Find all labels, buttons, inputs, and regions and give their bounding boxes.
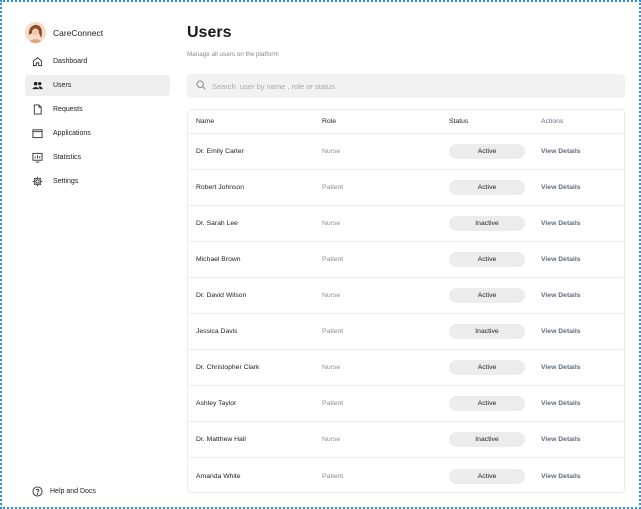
user-role: Patient <box>322 400 344 407</box>
user-name: Dr. Matthew Hall <box>196 436 246 443</box>
sidebar-nav: Dashboard Users Requests Applications St… <box>25 51 170 195</box>
user-role: Nurse <box>322 148 341 155</box>
users-icon <box>31 80 43 92</box>
sidebar-item-label: Users <box>53 82 72 89</box>
status-badge: Active <box>449 396 525 411</box>
sidebar-item-applications[interactable]: Applications <box>25 123 170 144</box>
sidebar-item-settings[interactable]: Settings <box>25 171 170 192</box>
sidebar-item-label: Requests <box>53 106 83 113</box>
column-header-name: Name <box>196 118 215 125</box>
view-details-link[interactable]: View Details <box>541 328 581 335</box>
status-badge: Active <box>449 252 525 267</box>
chart-icon <box>31 152 43 164</box>
help-and-docs-link[interactable]: Help and Docs <box>31 485 96 497</box>
user-name: Jessica Davis <box>196 328 238 335</box>
user-name: Dr. David Wilson <box>196 292 247 299</box>
brand[interactable]: CareConnect <box>25 22 103 43</box>
view-details-link[interactable]: View Details <box>541 436 581 443</box>
status-badge: Active <box>449 468 525 484</box>
table-row: Dr. Emily Carter Nurse Active View Detai… <box>188 134 624 170</box>
view-details-link[interactable]: View Details <box>541 184 581 191</box>
view-details-link[interactable]: View Details <box>541 364 581 371</box>
app-frame: CareConnect Dashboard Users Requests App… <box>0 0 641 509</box>
page-subtitle: Manage all users on the platform <box>187 51 279 58</box>
user-role: Patient <box>322 256 344 263</box>
user-role: Patient <box>322 472 344 480</box>
status-badge: Inactive <box>449 324 525 339</box>
sidebar: CareConnect Dashboard Users Requests App… <box>4 4 174 509</box>
user-name: Dr. Emily Carter <box>196 148 244 155</box>
sidebar-item-label: Dashboard <box>53 58 88 65</box>
status-badge: Active <box>449 180 525 195</box>
status-badge: Active <box>449 360 525 375</box>
search-icon <box>196 77 206 95</box>
status-badge: Active <box>449 288 525 303</box>
search-input[interactable] <box>212 81 612 91</box>
view-details-link[interactable]: View Details <box>541 400 581 407</box>
status-badge: Inactive <box>449 216 525 231</box>
table-row: Dr. David Wilson Nurse Active View Detai… <box>188 278 624 314</box>
view-details-link[interactable]: View Details <box>541 220 581 227</box>
table-row: Jessica Davis Patient Inactive View Deta… <box>188 314 624 350</box>
user-name: Ashley Taylor <box>196 400 237 407</box>
sidebar-item-label: Settings <box>53 178 79 185</box>
table-row: Dr. Sarah Lee Nurse Inactive View Detail… <box>188 206 624 242</box>
user-name: Dr. Sarah Lee <box>196 220 238 227</box>
table-row: Robert Johnson Patient Active View Detai… <box>188 170 624 206</box>
user-role: Nurse <box>322 220 341 227</box>
help-icon <box>31 485 43 497</box>
sidebar-item-statistics[interactable]: Statistics <box>25 147 170 168</box>
table-row: Dr. Matthew Hall Nurse Inactive View Det… <box>188 422 624 458</box>
column-header-actions: Actions <box>541 118 564 125</box>
table-row: Michael Brown Patient Active View Detail… <box>188 242 624 278</box>
avatar[interactable] <box>25 22 46 43</box>
user-role: Nurse <box>322 436 341 443</box>
document-icon <box>31 104 43 116</box>
folder-icon <box>31 128 43 140</box>
page-title: Users <box>187 24 232 41</box>
column-header-role: Role <box>322 118 336 125</box>
user-role: Nurse <box>322 292 341 299</box>
sidebar-item-users[interactable]: Users <box>25 75 170 96</box>
search-bar <box>187 74 625 98</box>
view-details-link[interactable]: View Details <box>541 292 581 299</box>
sidebar-item-label: Statistics <box>53 154 82 161</box>
sidebar-item-dashboard[interactable]: Dashboard <box>25 51 170 72</box>
view-details-link[interactable]: View Details <box>541 148 581 155</box>
user-name: Amanda White <box>196 472 241 480</box>
view-details-link[interactable]: View Details <box>541 256 581 263</box>
user-name: Robert Johnson <box>196 184 244 191</box>
table-header: Name Role Status Actions <box>188 110 624 134</box>
gear-icon <box>31 176 43 188</box>
status-badge: Inactive <box>449 432 525 447</box>
sidebar-item-requests[interactable]: Requests <box>25 99 170 120</box>
view-details-link[interactable]: View Details <box>541 473 581 480</box>
user-name: Michael Brown <box>196 256 241 263</box>
column-header-status: Status <box>449 118 469 125</box>
user-role: Patient <box>322 328 344 335</box>
users-table: Name Role Status Actions Dr. Emily Carte… <box>187 109 625 493</box>
status-badge: Active <box>449 144 525 159</box>
user-name: Dr. Christopher Clark <box>196 364 260 371</box>
table-row: Dr. Christopher Clark Nurse Active View … <box>188 350 624 386</box>
home-icon <box>31 56 43 68</box>
help-label: Help and Docs <box>50 487 96 495</box>
user-role: Patient <box>322 184 344 191</box>
table-row: Ashley Taylor Patient Active View Detail… <box>188 386 624 422</box>
user-role: Nurse <box>322 364 341 371</box>
table-row: Amanda White Patient Active View Details <box>188 458 624 492</box>
brand-name: CareConnect <box>53 27 104 38</box>
sidebar-item-label: Applications <box>53 130 91 137</box>
